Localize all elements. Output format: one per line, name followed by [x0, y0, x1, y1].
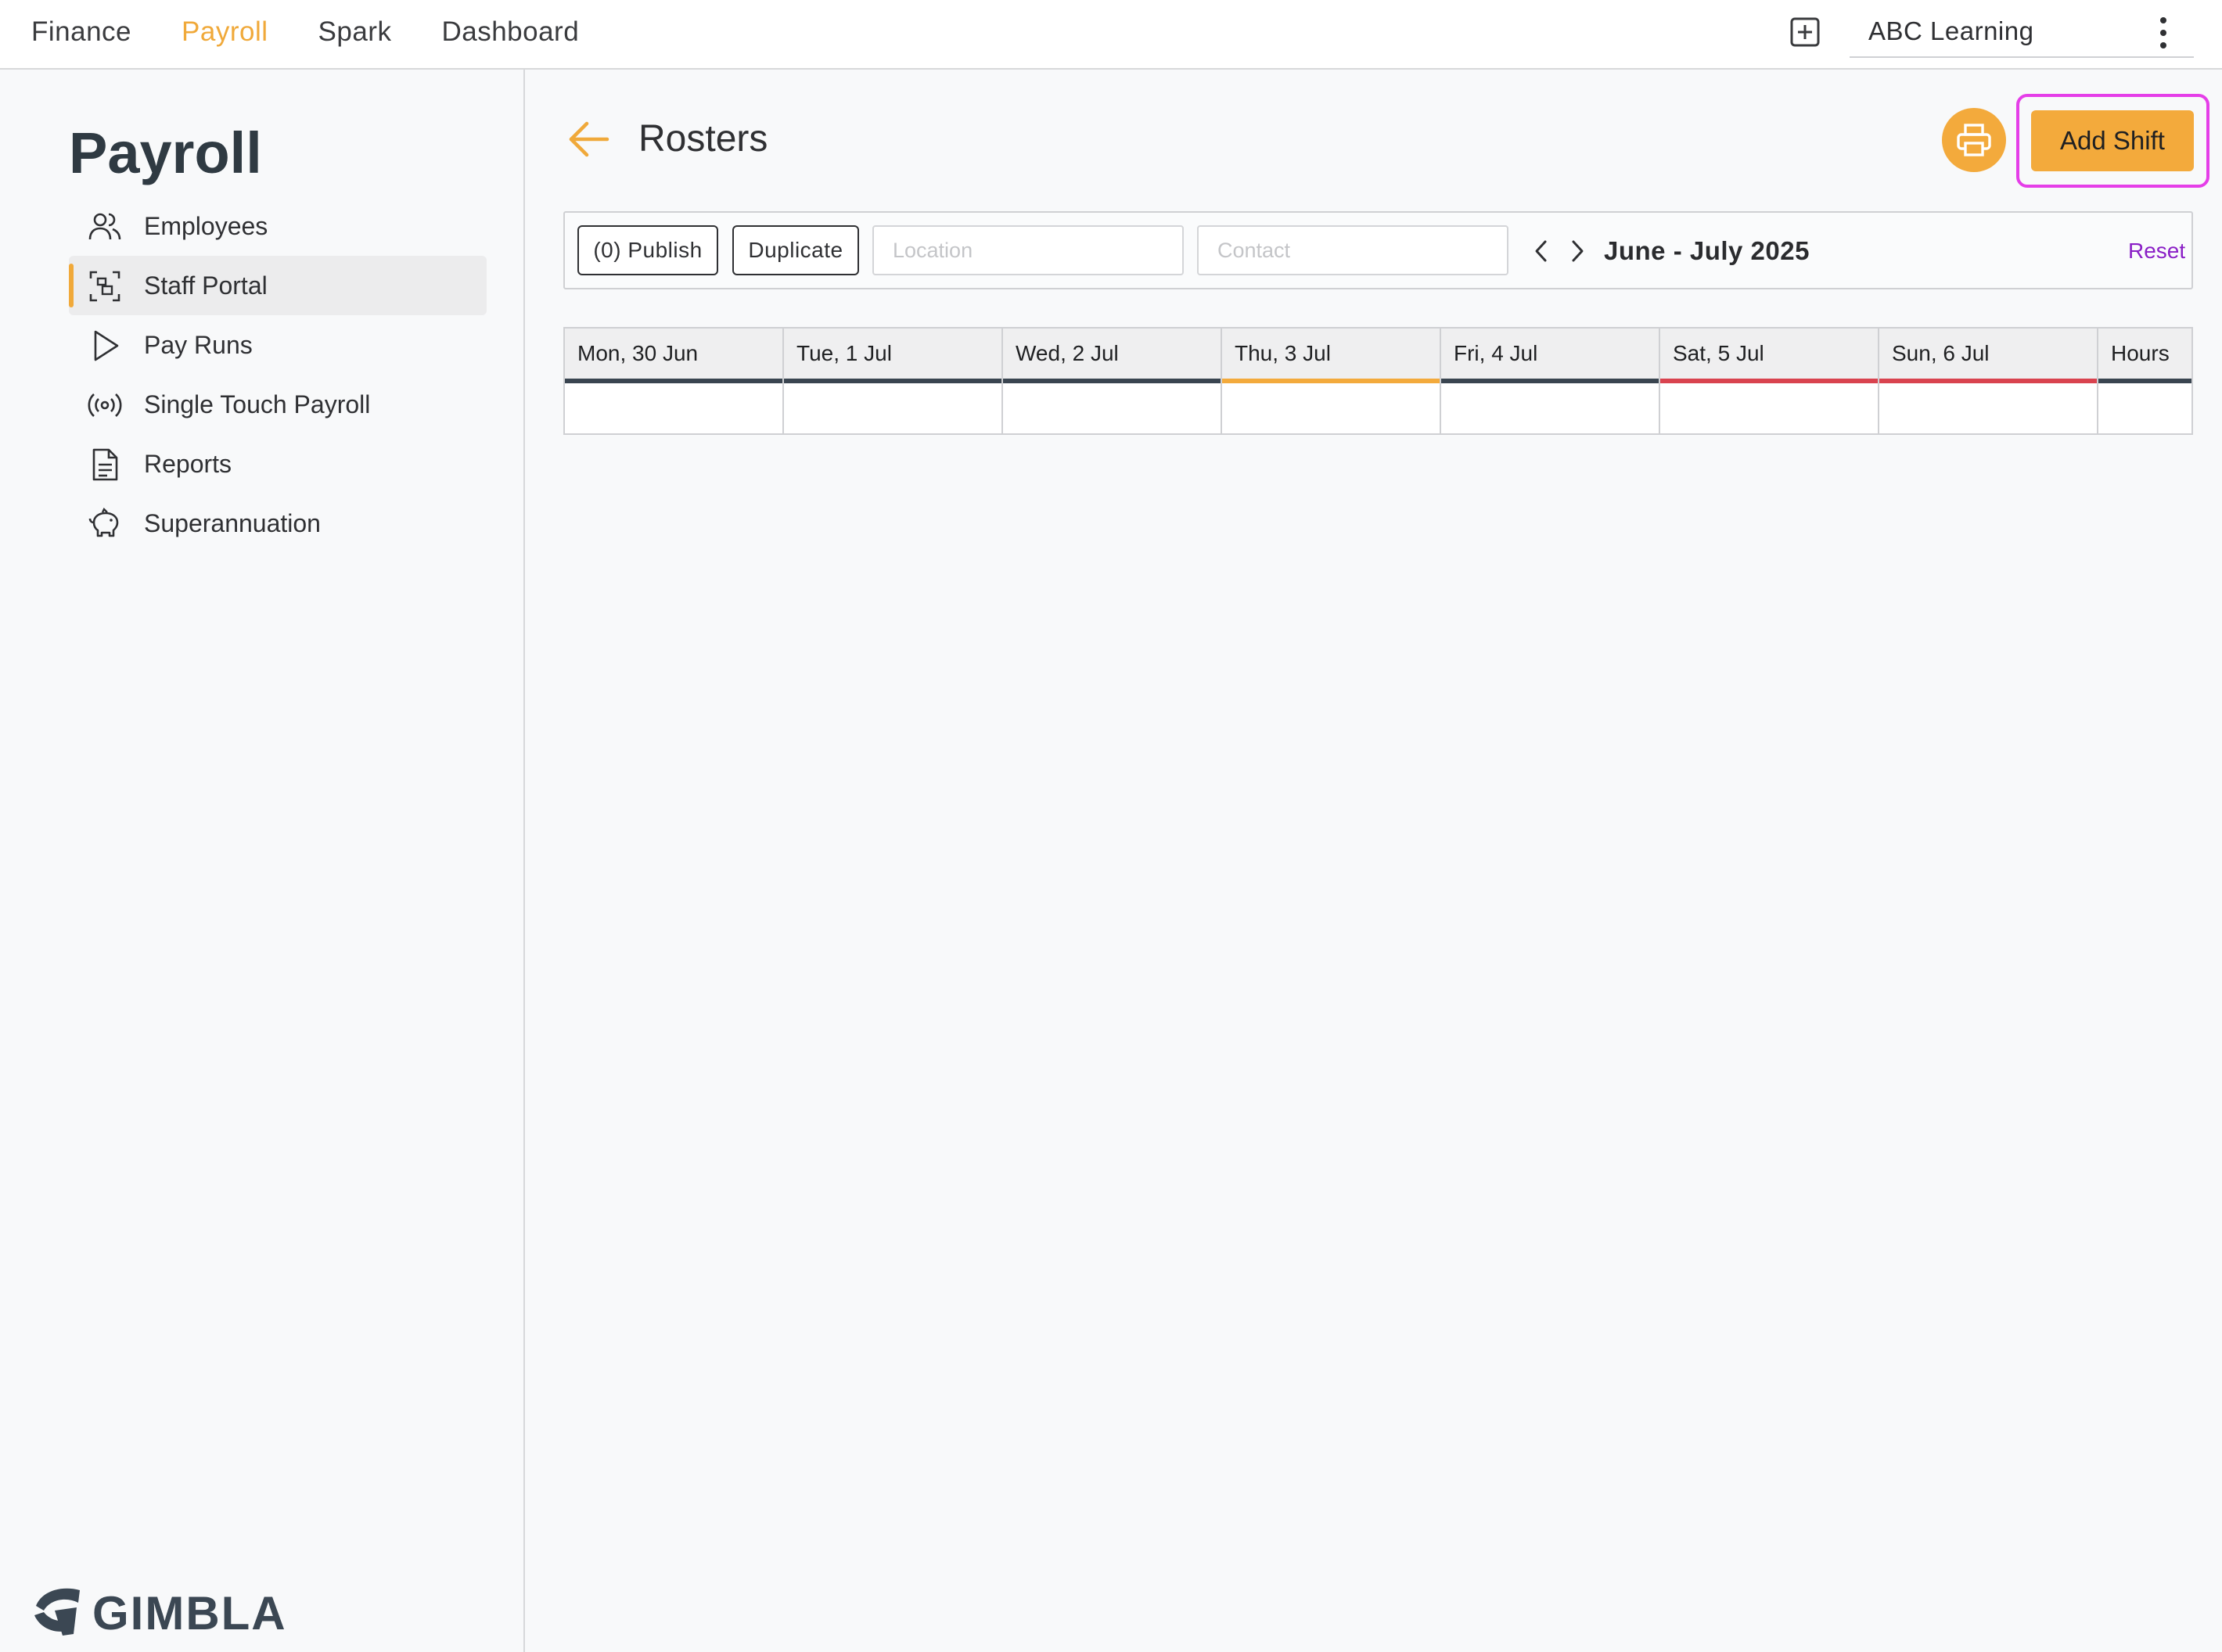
column-header-fri: Fri, 4 Jul — [1441, 329, 1659, 383]
roster-toolbar: (0) Publish Duplicate June - July 2025 R… — [563, 211, 2193, 289]
nav-spark[interactable]: Spark — [318, 16, 392, 48]
column-header-mon: Mon, 30 Jun — [565, 329, 782, 383]
column-header-wed: Wed, 2 Jul — [1003, 329, 1221, 383]
sidebar-title: Payroll — [69, 120, 262, 185]
nav-finance[interactable]: Finance — [31, 16, 131, 48]
date-range-label: June - July 2025 — [1604, 236, 1810, 265]
plus-square-icon[interactable] — [1789, 16, 1821, 48]
roster-column: Sat, 5 Jul — [1660, 329, 1879, 433]
sidebar-nav: Employees Staff Portal Pay Runs Single T… — [69, 196, 487, 553]
portal-scan-icon — [89, 271, 120, 302]
roster-cell — [2098, 383, 2191, 432]
roster-column: Wed, 2 Jul — [1003, 329, 1222, 433]
organization-name: ABC Learning — [1868, 16, 2034, 45]
column-header-hours: Hours — [2098, 329, 2191, 383]
roster-cell[interactable] — [1879, 383, 2097, 432]
sidebar-item-pay-runs[interactable]: Pay Runs — [69, 315, 487, 375]
back-arrow-icon[interactable] — [566, 120, 610, 159]
roster-column: Tue, 1 Jul — [784, 329, 1003, 433]
column-header-thu: Thu, 3 Jul — [1222, 329, 1440, 383]
sidebar-item-employees[interactable]: Employees — [69, 196, 487, 256]
organization-select[interactable]: ABC Learning — [1850, 6, 2194, 58]
sidebar-item-label: Single Touch Payroll — [144, 390, 371, 418]
roster-cell[interactable] — [1003, 383, 1221, 432]
nav-dashboard[interactable]: Dashboard — [441, 16, 579, 48]
kebab-menu-icon[interactable] — [2152, 16, 2175, 50]
sidebar: Payroll Employees Staff Portal Pay Runs … — [0, 70, 525, 1652]
add-shift-button[interactable]: Add Shift — [2031, 110, 2194, 171]
roster-column: Thu, 3 Jul — [1222, 329, 1441, 433]
roster-cell[interactable] — [1222, 383, 1440, 432]
page-title: Rosters — [638, 118, 768, 160]
chevron-right-icon[interactable] — [1566, 238, 1589, 264]
sidebar-item-label: Reports — [144, 449, 232, 478]
chevron-left-icon[interactable] — [1530, 238, 1553, 264]
top-bar: Finance Payroll Spark Dashboard ABC Lear… — [0, 0, 2222, 70]
sidebar-item-superannuation[interactable]: Superannuation — [69, 494, 487, 553]
roster-column: Fri, 4 Jul — [1441, 329, 1660, 433]
users-icon — [88, 213, 121, 240]
duplicate-button[interactable]: Duplicate — [732, 225, 859, 275]
contact-input[interactable] — [1197, 225, 1508, 275]
sidebar-item-label: Employees — [144, 211, 268, 240]
sidebar-item-single-touch-payroll[interactable]: Single Touch Payroll — [69, 375, 487, 434]
roster-cell[interactable] — [565, 383, 782, 432]
publish-button[interactable]: (0) Publish — [577, 225, 718, 275]
sidebar-item-label: Staff Portal — [144, 271, 268, 300]
column-header-tue: Tue, 1 Jul — [784, 329, 1001, 383]
sidebar-item-label: Pay Runs — [144, 330, 253, 359]
roster-cell[interactable] — [1660, 383, 1878, 432]
gimbla-logo: GIMBLA — [34, 1587, 287, 1639]
roster-column: Mon, 30 Jun — [565, 329, 784, 433]
svg-text:GIMBLA: GIMBLA — [92, 1587, 287, 1639]
document-icon — [92, 448, 118, 481]
roster-column: Sun, 6 Jul — [1879, 329, 2098, 433]
column-header-sat: Sat, 5 Jul — [1660, 329, 1878, 383]
column-header-sun: Sun, 6 Jul — [1879, 329, 2097, 383]
location-input[interactable] — [872, 225, 1184, 275]
reset-link[interactable]: Reset — [2128, 239, 2185, 264]
printer-icon — [1957, 124, 1991, 156]
roster-cell[interactable] — [1441, 383, 1659, 432]
play-icon — [94, 330, 119, 361]
piggy-bank-icon — [88, 507, 119, 537]
roster-cell[interactable] — [784, 383, 1001, 432]
roster-grid: Mon, 30 Jun Tue, 1 Jul Wed, 2 Jul Thu, 3… — [563, 327, 2193, 435]
nav-payroll[interactable]: Payroll — [182, 16, 268, 48]
broadcast-icon — [88, 393, 122, 417]
sidebar-item-staff-portal[interactable]: Staff Portal — [69, 256, 487, 315]
sidebar-item-label: Superannuation — [144, 508, 321, 537]
roster-column: Hours — [2098, 329, 2191, 433]
top-nav: Finance Payroll Spark Dashboard — [31, 0, 629, 64]
sidebar-item-reports[interactable]: Reports — [69, 434, 487, 494]
print-button[interactable] — [1942, 108, 2006, 172]
